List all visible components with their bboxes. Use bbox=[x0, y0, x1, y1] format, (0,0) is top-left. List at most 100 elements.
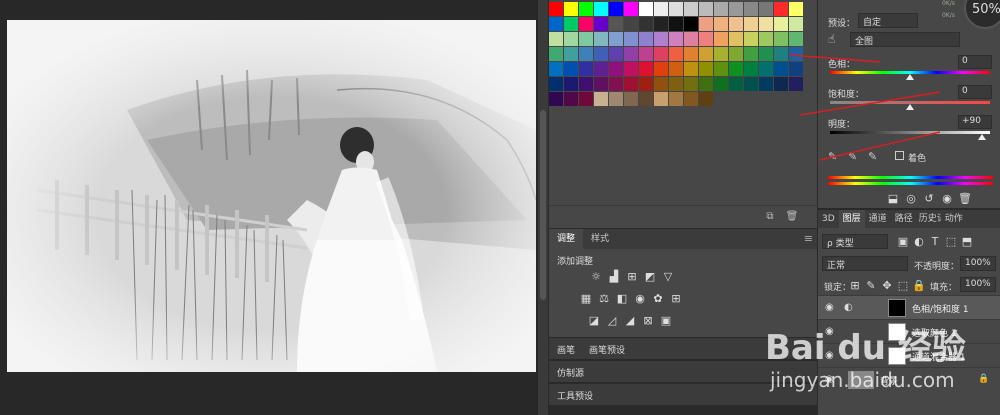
color-swatch[interactable] bbox=[639, 17, 653, 31]
color-swatch[interactable] bbox=[639, 62, 653, 76]
color-swatch[interactable] bbox=[729, 62, 743, 76]
layer-mask-thumbnail[interactable] bbox=[888, 347, 906, 365]
fill-input[interactable]: 100% bbox=[960, 277, 996, 292]
clone-source-panel-collapsed[interactable]: 仿制源 bbox=[549, 360, 817, 382]
lock-transparent-icon[interactable]: ⊞ bbox=[848, 278, 862, 292]
brightness-icon[interactable]: ☼ bbox=[589, 269, 603, 283]
color-swatch[interactable] bbox=[669, 92, 683, 106]
color-swatch[interactable] bbox=[654, 62, 668, 76]
color-swatch[interactable] bbox=[699, 92, 713, 106]
lock-all-icon[interactable]: 🔒 bbox=[912, 278, 926, 292]
shape-filter-icon[interactable]: ⬚ bbox=[944, 234, 958, 248]
tab-3d[interactable]: 3D bbox=[818, 210, 839, 228]
color-swatch[interactable] bbox=[729, 32, 743, 46]
color-swatch[interactable] bbox=[549, 32, 563, 46]
exposure-icon[interactable]: ◩ bbox=[643, 269, 657, 283]
color-swatch[interactable] bbox=[759, 77, 773, 91]
color-swatch[interactable] bbox=[624, 92, 638, 106]
photo-filter-icon[interactable]: ◉ bbox=[633, 291, 647, 305]
color-swatch[interactable] bbox=[729, 47, 743, 61]
color-swatch[interactable] bbox=[564, 77, 578, 91]
color-swatch[interactable] bbox=[714, 2, 728, 16]
color-swatch[interactable] bbox=[729, 2, 743, 16]
view-previous-icon[interactable]: ◎ bbox=[904, 191, 918, 205]
color-swatch[interactable] bbox=[759, 62, 773, 76]
color-swatch[interactable] bbox=[654, 17, 668, 31]
color-swatch[interactable] bbox=[549, 62, 563, 76]
color-swatch[interactable] bbox=[594, 47, 608, 61]
clip-to-layer-icon[interactable]: ⬓ bbox=[886, 191, 900, 205]
color-swatch[interactable] bbox=[744, 2, 758, 16]
tab-channels[interactable]: 通道 bbox=[865, 210, 891, 228]
invert-icon[interactable]: ◪ bbox=[587, 313, 601, 327]
color-swatch[interactable] bbox=[564, 2, 578, 16]
layer-name[interactable]: 通道混合器 1 bbox=[912, 350, 966, 363]
document-canvas[interactable] bbox=[0, 0, 538, 415]
color-swatch[interactable] bbox=[669, 62, 683, 76]
tab-tool-presets[interactable]: 工具预设 bbox=[557, 389, 593, 402]
color-swatch[interactable] bbox=[684, 92, 698, 106]
color-swatch[interactable] bbox=[594, 2, 608, 16]
color-swatch[interactable] bbox=[549, 2, 563, 16]
color-swatch[interactable] bbox=[579, 92, 593, 106]
color-swatch[interactable] bbox=[744, 17, 758, 31]
brush-panel-collapsed[interactable]: 画笔 画笔预设 bbox=[549, 337, 817, 359]
color-swatch[interactable] bbox=[789, 2, 803, 16]
threshold-icon[interactable]: ◢ bbox=[623, 313, 637, 327]
color-swatch[interactable] bbox=[639, 32, 653, 46]
color-swatch[interactable] bbox=[669, 2, 683, 16]
layer-filter-select[interactable]: ρ 类型 bbox=[822, 234, 888, 249]
color-swatch[interactable] bbox=[594, 92, 608, 106]
color-swatch[interactable] bbox=[699, 32, 713, 46]
smart-filter-icon[interactable]: ⬒ bbox=[960, 234, 974, 248]
tab-paths[interactable]: 路径 bbox=[891, 210, 917, 228]
color-swatch[interactable] bbox=[744, 62, 758, 76]
color-swatch[interactable] bbox=[579, 77, 593, 91]
scrollbar-thumb[interactable] bbox=[540, 110, 546, 300]
tab-brush[interactable]: 画笔 bbox=[557, 343, 575, 356]
color-swatch[interactable] bbox=[714, 17, 728, 31]
color-swatch[interactable] bbox=[639, 92, 653, 106]
visibility-eye-icon[interactable]: ◉ bbox=[825, 326, 834, 337]
curves-icon[interactable]: ⊞ bbox=[625, 269, 639, 283]
color-swatch[interactable] bbox=[684, 2, 698, 16]
color-swatch[interactable] bbox=[549, 92, 563, 106]
layer-row-channel-mixer[interactable]: ◉ 通道混合器 1 bbox=[818, 343, 1000, 367]
color-swatch[interactable] bbox=[774, 17, 788, 31]
layer-thumbnail[interactable] bbox=[848, 371, 874, 389]
color-swatch[interactable] bbox=[564, 47, 578, 61]
layer-row-background[interactable]: ◉ 背景 🔒 bbox=[818, 367, 1000, 391]
color-swatch[interactable] bbox=[654, 32, 668, 46]
posterize-icon[interactable]: ◿ bbox=[605, 313, 619, 327]
color-swatch[interactable] bbox=[759, 17, 773, 31]
tool-presets-panel-collapsed[interactable]: 工具预设 bbox=[549, 383, 817, 405]
gradient-map-icon[interactable]: ⊠ bbox=[641, 313, 655, 327]
selective-color-icon[interactable]: ▣ bbox=[659, 313, 673, 327]
lock-brush-icon[interactable]: ✎ bbox=[864, 278, 878, 292]
color-swatch[interactable] bbox=[594, 17, 608, 31]
color-swatch[interactable] bbox=[699, 17, 713, 31]
color-swatch[interactable] bbox=[609, 62, 623, 76]
channel-select[interactable]: 全图 bbox=[850, 32, 960, 47]
color-swatch[interactable] bbox=[714, 77, 728, 91]
color-swatch[interactable] bbox=[594, 62, 608, 76]
tab-brush-presets[interactable]: 画笔预设 bbox=[589, 343, 625, 356]
color-swatch[interactable] bbox=[579, 17, 593, 31]
color-swatch[interactable] bbox=[609, 17, 623, 31]
color-swatch[interactable] bbox=[714, 47, 728, 61]
tab-clone-source[interactable]: 仿制源 bbox=[557, 366, 584, 379]
color-swatch[interactable] bbox=[789, 17, 803, 31]
new-swatch-icon[interactable]: ⧉ bbox=[763, 209, 777, 223]
type-filter-icon[interactable]: T bbox=[928, 234, 942, 248]
color-swatch[interactable] bbox=[759, 47, 773, 61]
tab-styles[interactable]: 样式 bbox=[583, 229, 617, 249]
visibility-eye-icon[interactable]: ◉ bbox=[825, 350, 834, 361]
color-swatch[interactable] bbox=[774, 2, 788, 16]
color-swatch[interactable] bbox=[609, 92, 623, 106]
color-swatch[interactable] bbox=[609, 32, 623, 46]
layer-name[interactable]: 选取颜色 1 bbox=[912, 326, 957, 339]
color-swatch[interactable] bbox=[624, 17, 638, 31]
color-swatch[interactable] bbox=[639, 77, 653, 91]
color-swatch[interactable] bbox=[624, 47, 638, 61]
tab-history[interactable]: 历史记录 bbox=[917, 210, 941, 228]
